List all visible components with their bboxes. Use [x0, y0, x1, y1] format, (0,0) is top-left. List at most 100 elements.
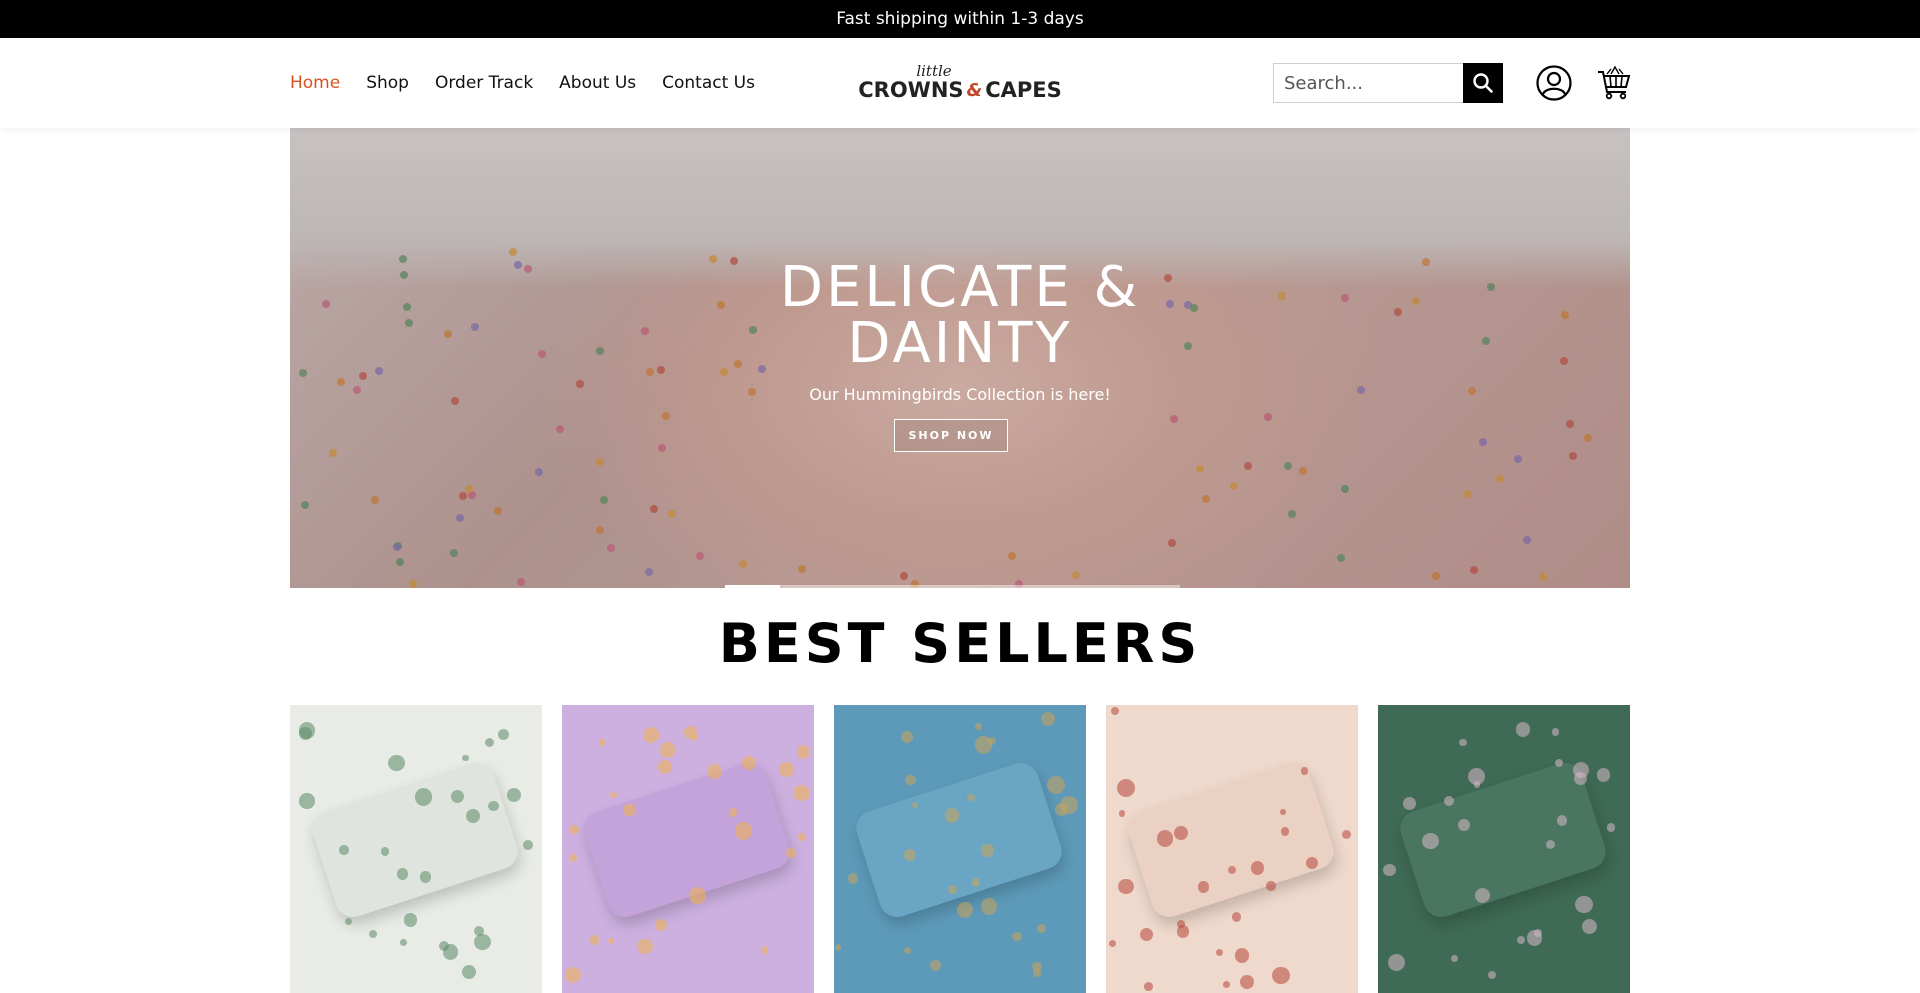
product-pattern-motif — [1444, 796, 1454, 807]
product-pattern-motif — [400, 938, 408, 946]
product-pattern-motif — [793, 784, 810, 802]
product-pattern-motif — [930, 960, 942, 971]
product-pattern-motif — [1581, 919, 1597, 935]
product-pattern-motif — [1118, 810, 1126, 817]
product-pattern-motif — [1215, 948, 1224, 957]
product-card-map-pattern-bedding[interactable] — [290, 705, 542, 993]
product-pattern-motif — [903, 946, 911, 954]
product-pattern-motif — [796, 745, 811, 759]
hero-banner[interactable]: DELICATE & DAINTY Our Hummingbirds Colle… — [290, 128, 1630, 588]
product-pattern-motif — [1228, 866, 1236, 875]
product-pattern-motif — [1060, 796, 1079, 814]
product-card-forest-castle-bedding[interactable] — [1378, 705, 1630, 993]
product-pattern-motif — [798, 833, 807, 842]
product-pattern-motif — [462, 965, 477, 980]
product-pattern-motif — [1197, 881, 1209, 893]
product-pattern-motif — [779, 762, 794, 777]
product-card-lavender-fairy-bedding[interactable] — [562, 705, 814, 993]
product-pattern-motif — [944, 807, 960, 823]
logo-ampersand: & — [966, 79, 983, 101]
product-pattern-motif — [1240, 975, 1255, 990]
hero-title-line2: DAINTY — [847, 311, 1073, 376]
hero-slider-progress-fill — [725, 585, 780, 588]
search-form — [1273, 63, 1503, 103]
product-pattern-motif — [589, 935, 600, 945]
hero-title: DELICATE & DAINTY — [290, 260, 1630, 372]
product-pattern-motif — [339, 845, 349, 855]
product-pattern-motif — [848, 873, 859, 884]
product-pattern-motif — [466, 808, 481, 823]
product-pattern-motif — [442, 944, 459, 960]
product-pattern-motif — [607, 937, 614, 945]
product-card-books-pattern-bedding[interactable] — [1106, 705, 1358, 993]
nav-order-track[interactable]: Order Track — [435, 73, 533, 93]
product-pattern-motif — [1177, 925, 1190, 938]
product-pattern-motif — [688, 887, 706, 905]
shop-now-button[interactable]: SHOP NOW — [894, 419, 1008, 452]
nav-about-us[interactable]: About Us — [559, 73, 636, 93]
search-input[interactable] — [1273, 63, 1463, 103]
product-pattern-motif — [299, 793, 315, 809]
product-pattern-motif — [1012, 931, 1022, 941]
product-pattern-motif — [1231, 912, 1242, 922]
product-pattern-motif — [488, 800, 499, 811]
nav-shop[interactable]: Shop — [366, 73, 409, 93]
product-card-treasure-map-bedding[interactable] — [834, 705, 1086, 993]
product-pattern-motif — [1474, 887, 1490, 904]
main-nav: Home Shop Order Track About Us Contact U… — [290, 38, 781, 128]
product-pattern-motif — [1046, 776, 1065, 794]
site-header: Home Shop Order Track About Us Contact U… — [0, 38, 1920, 128]
product-pattern-motif — [569, 824, 579, 835]
product-pattern-motif — [1144, 982, 1153, 991]
product-pattern-motif — [1572, 761, 1590, 779]
product-pattern-motif — [1606, 823, 1615, 832]
product-pattern-motif — [1140, 928, 1154, 942]
product-pattern-motif — [1557, 815, 1568, 826]
product-pattern-motif — [484, 737, 495, 747]
nav-home[interactable]: Home — [290, 73, 340, 93]
product-image-pillow — [1123, 758, 1339, 922]
product-pattern-motif — [598, 738, 606, 746]
hero-title-line1: DELICATE & — [779, 255, 1141, 320]
product-pattern-motif — [1596, 768, 1611, 783]
product-pattern-motif — [1234, 948, 1249, 963]
product-image-pillow — [579, 758, 795, 922]
product-pattern-motif — [1118, 878, 1134, 895]
product-pattern-motif — [507, 788, 521, 803]
search-button[interactable] — [1463, 63, 1503, 103]
product-pattern-motif — [1382, 863, 1396, 877]
cart-icon[interactable] — [1597, 64, 1631, 100]
product-pattern-motif — [1041, 712, 1056, 726]
product-image-pillow — [307, 758, 523, 922]
product-pattern-motif — [564, 966, 582, 984]
product-pattern-motif — [474, 933, 491, 951]
product-pattern-motif — [1108, 939, 1116, 947]
hero-slider-progress[interactable] — [725, 585, 1180, 588]
nav-contact-us[interactable]: Contact Us — [662, 73, 755, 93]
product-image-pillow — [851, 758, 1067, 922]
best-sellers-title: BEST SELLERS — [718, 612, 1202, 675]
product-pattern-motif — [657, 759, 673, 775]
announcement-bar: Fast shipping within 1-3 days — [0, 0, 1920, 38]
product-pattern-motif — [903, 848, 916, 861]
product-pattern-motif — [523, 840, 533, 851]
product-pattern-motif — [1545, 839, 1555, 849]
product-pattern-motif — [414, 788, 432, 806]
product-pattern-motif — [728, 808, 738, 817]
product-pattern-motif — [912, 801, 919, 808]
product-pattern-motif — [967, 793, 975, 802]
account-icon[interactable] — [1536, 65, 1572, 101]
product-pattern-motif — [403, 913, 418, 927]
product-pattern-motif — [1458, 818, 1471, 831]
product-pattern-motif — [834, 944, 842, 951]
product-pattern-motif — [344, 917, 352, 925]
product-pattern-motif — [1032, 968, 1041, 977]
product-pattern-motif — [1222, 981, 1230, 989]
product-pattern-motif — [1037, 924, 1046, 933]
product-pattern-motif — [1575, 895, 1593, 913]
site-logo[interactable]: little CROWNS & CAPES — [858, 58, 1062, 108]
product-pattern-motif — [497, 728, 509, 740]
product-pattern-motif — [368, 929, 377, 938]
product-pattern-motif — [642, 727, 659, 744]
product-pattern-motif — [380, 847, 390, 856]
